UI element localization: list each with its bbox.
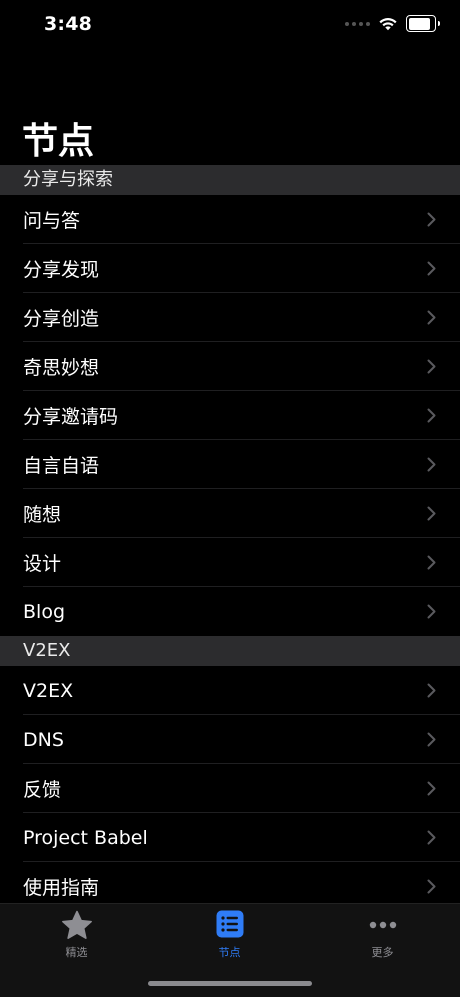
page-title: 节点 [22,121,95,162]
tab-label: 更多 [371,946,394,959]
list-item[interactable]: Blog [0,587,460,636]
chevron-right-icon [427,732,436,747]
battery-icon [406,15,440,32]
node-list: 分享与探索 问与答 分享发现 分享创造 奇思妙想 分享邀请码 自言自语 随想 设… [0,165,460,911]
list-item[interactable]: 分享邀请码 [0,391,460,440]
chevron-right-icon [427,830,436,845]
list-item-label: Project Babel [23,826,148,849]
list-item-label: Blog [23,600,65,623]
list-item[interactable]: V2EX [0,666,460,715]
list-item[interactable]: 分享发现 [0,244,460,293]
list-item-label: V2EX [23,679,74,702]
home-indicator[interactable] [148,981,312,986]
list-item-label: 分享邀请码 [23,406,119,428]
chevron-right-icon [427,310,436,325]
more-icon [369,921,396,929]
chevron-right-icon [427,781,436,796]
list-item-label: 随想 [23,504,62,526]
tab-more[interactable]: 更多 [306,904,459,964]
chevron-right-icon [427,408,436,423]
chevron-right-icon [427,261,436,276]
status-time: 3:48 [44,13,93,35]
list-item[interactable]: 分享创造 [0,293,460,342]
list-icon [216,910,243,938]
list-item[interactable]: DNS [0,715,460,764]
tab-label: 节点 [218,946,241,959]
star-icon [61,910,92,939]
list-item[interactable]: 问与答 [0,195,460,244]
section-header-v2ex: V2EX [0,636,460,666]
list-item-label: 自言自语 [23,455,100,477]
list-item-label: 奇思妙想 [23,357,100,379]
tab-nodes[interactable]: 节点 [153,904,306,964]
list-item-label: 问与答 [23,210,81,232]
status-indicators [345,15,440,32]
list-item[interactable]: 反馈 [0,764,460,813]
list-item-label: 分享创造 [23,308,100,330]
list-item[interactable]: Project Babel [0,813,460,862]
list-item-label: 分享发现 [23,259,100,281]
section-header-share-explore: 分享与探索 [0,165,460,195]
list-item[interactable]: 随想 [0,489,460,538]
list-item[interactable]: 设计 [0,538,460,587]
list-item-label: 设计 [23,553,62,575]
chevron-right-icon [427,555,436,570]
chevron-right-icon [427,683,436,698]
cellular-signal-icon [345,21,370,26]
list-item-label: DNS [23,728,64,751]
wifi-icon [378,16,398,31]
chevron-right-icon [427,604,436,619]
tab-label: 精选 [65,946,88,959]
chevron-right-icon [427,359,436,374]
list-item-label: 反馈 [23,779,62,801]
chevron-right-icon [427,457,436,472]
list-item[interactable]: 自言自语 [0,440,460,489]
chevron-right-icon [427,879,436,894]
chevron-right-icon [427,506,436,521]
tab-featured[interactable]: 精选 [0,904,153,964]
list-item-label: 使用指南 [23,877,100,899]
chevron-right-icon [427,212,436,227]
status-bar: 3:48 [0,0,460,50]
list-item[interactable]: 奇思妙想 [0,342,460,391]
